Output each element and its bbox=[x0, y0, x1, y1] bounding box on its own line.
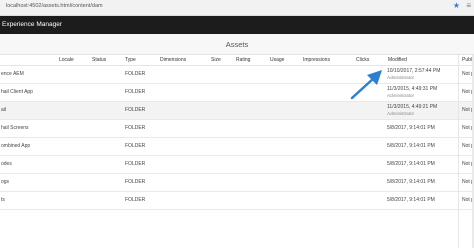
table-row[interactable]: hail Screens FOLDER 5/8/2017, 9:14:01 PM… bbox=[0, 120, 474, 138]
row-title[interactable]: ts bbox=[1, 197, 5, 203]
row-title[interactable]: hail Screens bbox=[1, 125, 29, 131]
app-title[interactable]: Experience Manager bbox=[2, 21, 62, 28]
column-divider bbox=[458, 55, 459, 248]
table-row[interactable]: ail FOLDER 11/3/2015, 4:49:21 PM Adminis… bbox=[0, 102, 474, 120]
row-modified-date: 5/8/2017, 9:14:01 PM bbox=[387, 161, 435, 167]
row-modified-date: 5/8/2017, 9:14:01 PM bbox=[387, 197, 435, 203]
table-row[interactable]: odes FOLDER 5/8/2017, 9:14:01 PM Not p bbox=[0, 156, 474, 174]
row-type: FOLDER bbox=[125, 197, 146, 203]
row-type: FOLDER bbox=[125, 179, 146, 185]
table-row[interactable]: ence AEM FOLDER 10/10/2017, 2:57:44 PM A… bbox=[0, 66, 474, 84]
row-type: FOLDER bbox=[125, 161, 146, 167]
row-title[interactable]: odes bbox=[1, 161, 12, 167]
table-row[interactable]: hail Client App FOLDER 11/3/2015, 4:49:3… bbox=[0, 84, 474, 102]
row-modified-date: 10/10/2017, 2:57:44 PM bbox=[387, 68, 441, 74]
row-title[interactable]: hail Client App bbox=[1, 89, 33, 95]
row-modified-date: 5/8/2017, 9:14:01 PM bbox=[387, 125, 435, 131]
page-titlebar: Assets bbox=[0, 34, 474, 55]
row-modified-date: 5/8/2017, 9:14:01 PM bbox=[387, 179, 435, 185]
row-modified-by: Administrator bbox=[387, 111, 415, 116]
column-header-dimensions[interactable]: Dimensions bbox=[160, 57, 186, 63]
column-header-modified[interactable]: Modified bbox=[388, 57, 407, 63]
row-modified-by: Administrator bbox=[387, 93, 415, 98]
column-header-clicks[interactable]: Clicks bbox=[356, 57, 369, 63]
row-modified-date: 11/3/2015, 4:49:21 PM bbox=[387, 104, 438, 110]
row-modified-by: Administrator bbox=[387, 75, 415, 80]
url-text[interactable]: localhost:4502/assets.html/content/dam bbox=[6, 3, 103, 9]
row-modified-date: 11/3/2015, 4:49:31 PM bbox=[387, 86, 438, 92]
column-header-row: Locale Status Type Dimensions Size Ratin… bbox=[0, 55, 474, 66]
column-header-status[interactable]: Status bbox=[92, 57, 106, 63]
column-header-size[interactable]: Size bbox=[211, 57, 221, 63]
star-icon[interactable]: ★ bbox=[453, 2, 460, 10]
app-header: Experience Manager bbox=[0, 16, 474, 34]
row-title[interactable]: ogs bbox=[1, 179, 9, 185]
column-header-impressions[interactable]: Impressions bbox=[303, 57, 330, 63]
column-header-rating[interactable]: Rating bbox=[236, 57, 250, 63]
table-row[interactable]: ombined App FOLDER 5/8/2017, 9:14:01 PM … bbox=[0, 138, 474, 156]
column-header-usage[interactable]: Usage bbox=[270, 57, 284, 63]
row-type: FOLDER bbox=[125, 125, 146, 131]
row-title[interactable]: ombined App bbox=[1, 143, 30, 149]
row-title[interactable]: ence AEM bbox=[1, 71, 24, 77]
browser-address-bar[interactable]: localhost:4502/assets.html/content/dam ★… bbox=[0, 0, 474, 16]
table-row[interactable]: ts FOLDER 5/8/2017, 9:14:01 PM Not p bbox=[0, 192, 474, 210]
row-type: FOLDER bbox=[125, 143, 146, 149]
column-header-locale[interactable]: Locale bbox=[59, 57, 74, 63]
row-title[interactable]: ail bbox=[1, 107, 6, 113]
row-modified-date: 5/8/2017, 9:14:01 PM bbox=[387, 143, 435, 149]
column-header-type[interactable]: Type bbox=[125, 57, 136, 63]
row-type: FOLDER bbox=[125, 71, 146, 77]
row-type: FOLDER bbox=[125, 107, 146, 113]
menu-icon[interactable]: ≡ bbox=[466, 2, 471, 10]
page-title: Assets bbox=[225, 40, 249, 49]
table-row[interactable]: ogs FOLDER 5/8/2017, 9:14:01 PM Not p bbox=[0, 174, 474, 192]
row-type: FOLDER bbox=[125, 89, 146, 95]
